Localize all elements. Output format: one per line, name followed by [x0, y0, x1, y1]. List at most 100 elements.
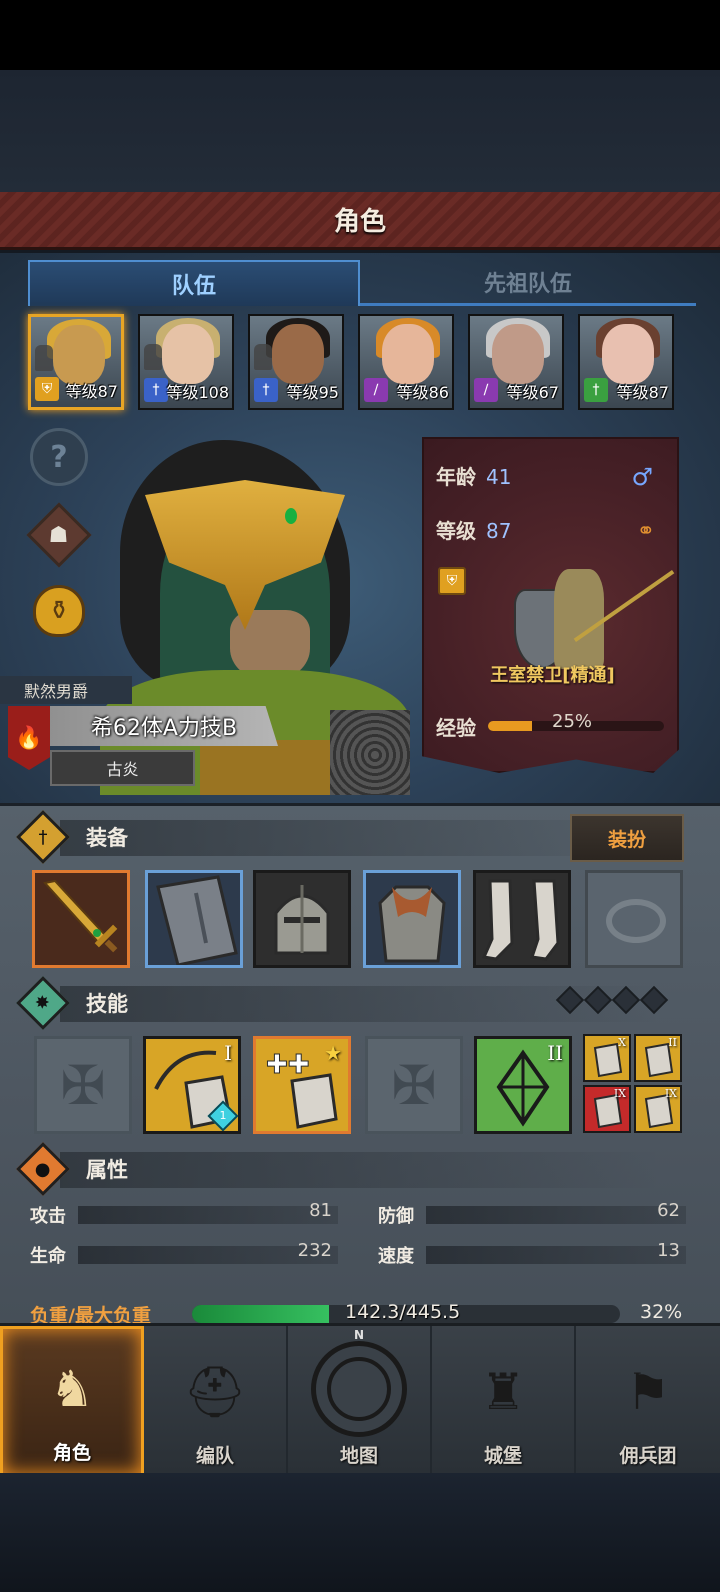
party-portraits: ⛨ 等级87 † 等级108 † 等级95 ∕ 等级86 ∕ 等级67 † 等级87	[28, 314, 688, 410]
party-member-2[interactable]: † 等级108	[138, 314, 234, 410]
load-value: 142.3/445.5	[345, 1301, 461, 1323]
skill-slot-crystal[interactable]: II	[474, 1036, 572, 1134]
equip-slot-armor[interactable]	[363, 870, 461, 968]
help-button[interactable]: ?	[30, 428, 88, 486]
party-member-6[interactable]: † 等级87	[578, 314, 674, 410]
shield-star-icon: ⛨	[35, 377, 59, 401]
info-card: 年龄 41 ♂ 等级 87 ⚭ ⛨ 王室禁卫[精通] 经验 25%	[422, 437, 679, 773]
passive-skill-4[interactable]: IX	[634, 1085, 682, 1133]
passive-skill-3[interactable]: IX	[583, 1085, 631, 1133]
party-level: 等级87	[65, 382, 118, 401]
skill-point-diamond	[639, 985, 669, 1015]
banner-icon: ⚑	[625, 1363, 671, 1421]
level-value: 87	[486, 519, 512, 543]
hero-title: 默然男爵	[0, 676, 132, 704]
team-tabs: 队伍 先祖队伍	[28, 260, 696, 306]
unit-name: 王室禁卫[精通]	[490, 665, 615, 686]
compass-north-label: N	[353, 1328, 365, 1342]
hero-stat-summary[interactable]: 希62体A力技B	[30, 706, 278, 746]
skill-star: ★	[324, 1041, 342, 1065]
unit-figure	[504, 549, 675, 679]
sword-star-icon: †	[144, 378, 168, 402]
equip-slot-ring[interactable]	[585, 870, 683, 968]
nav-map[interactable]: N 地图	[288, 1326, 432, 1476]
shield-icon	[156, 875, 238, 965]
equip-slot-helmet[interactable]	[253, 870, 351, 968]
skill-point-diamond	[611, 985, 641, 1015]
helmet-group-icon: ⛑	[183, 1362, 247, 1421]
rings-icon[interactable]: ⚭	[637, 519, 655, 544]
hero-trait[interactable]: 古炎	[50, 750, 195, 786]
age-label: 年龄	[436, 465, 476, 489]
speed-label: 速度	[378, 1246, 414, 1267]
dress-up-button[interactable]: 装扮	[570, 814, 684, 862]
attributes-title: 属性	[86, 1158, 128, 1182]
level-label: 等级	[436, 519, 476, 543]
page-title-bar: 角色	[0, 192, 720, 250]
tab-team[interactable]: 队伍	[28, 260, 360, 306]
empty-cross-icon: ✠	[60, 1053, 106, 1117]
defense-value: 62	[657, 1200, 680, 1221]
passive-rank: IX	[613, 1087, 626, 1100]
defense-label: 防御	[378, 1206, 414, 1227]
party-member-4[interactable]: ∕ 等级86	[358, 314, 454, 410]
exp-percent: 25%	[552, 711, 593, 732]
figure-icon: ☗	[49, 522, 69, 548]
skill-rank: II	[547, 1041, 563, 1065]
male-icon: ♂	[631, 463, 653, 491]
passive-rank: II	[668, 1036, 677, 1049]
fire-banner-icon: 🔥	[8, 706, 50, 770]
attack-label: 攻击	[30, 1206, 66, 1227]
ring-icon	[606, 899, 666, 943]
skill-slot-heal[interactable]: ✚✚ ★	[253, 1036, 351, 1134]
mini-figure-icon	[144, 344, 162, 370]
stat-hp: 生命	[30, 1240, 78, 1270]
party-member-3[interactable]: † 等级95	[248, 314, 344, 410]
svg-text:✚✚: ✚✚	[266, 1050, 310, 1080]
skill-slot-bow[interactable]: I 1	[143, 1036, 241, 1134]
nav-mercenary[interactable]: ⚑ 佣兵团	[576, 1326, 720, 1476]
equip-slot-boots[interactable]	[473, 870, 571, 968]
hp-label: 生命	[30, 1246, 66, 1267]
speed-value: 13	[657, 1240, 680, 1261]
hp-value: 232	[297, 1240, 332, 1261]
staff-icon: ∕	[474, 378, 498, 402]
compass-icon	[311, 1341, 407, 1437]
equip-slot-shield[interactable]	[145, 870, 243, 968]
party-member-5[interactable]: ∕ 等级67	[468, 314, 564, 410]
figure-badge-icon: ●	[16, 1142, 70, 1196]
stat-speed: 速度	[378, 1240, 426, 1270]
pot-icon: ⚱	[33, 585, 85, 637]
passive-rank: X	[618, 1036, 626, 1049]
helmet-icon	[274, 885, 330, 955]
tab-ancestor-team[interactable]: 先祖队伍	[360, 260, 696, 306]
nav-formation[interactable]: ⛑ 编队	[144, 1326, 288, 1476]
top-background	[0, 70, 720, 192]
level-row: 等级 87	[436, 515, 511, 544]
armor-icon	[378, 885, 446, 963]
equipment-header: † 装备	[16, 810, 584, 864]
passive-skill-1[interactable]: X	[583, 1034, 631, 1082]
equip-slot-sword[interactable]	[32, 870, 130, 968]
passive-skill-2[interactable]: II	[634, 1034, 682, 1082]
equipment-title: 装备	[86, 826, 128, 850]
age-row: 年龄 41	[436, 461, 511, 490]
skill-slot-empty-1[interactable]: ✠	[34, 1036, 132, 1134]
skills-header: ✸ 技能	[16, 976, 584, 1030]
inventory-pot-button[interactable]: ⚱	[30, 582, 88, 640]
bottom-nav: ♞ 角色 ⛑ 编队 N 地图 ♜ 城堡 ⚑ 佣兵团	[0, 1323, 720, 1476]
party-member-1[interactable]: ⛨ 等级87	[28, 314, 124, 410]
nav-character[interactable]: ♞ 角色	[0, 1326, 144, 1476]
skill-point-diamond	[583, 985, 613, 1015]
skill-slot-empty-2[interactable]: ✠	[365, 1036, 463, 1134]
skill-rank: I	[224, 1041, 232, 1065]
boots-icon	[481, 879, 560, 961]
stat-defense: 防御	[378, 1200, 426, 1230]
skill-points	[555, 985, 669, 1015]
nav-castle[interactable]: ♜ 城堡	[432, 1326, 576, 1476]
passive-rank: IX	[664, 1087, 677, 1100]
dagger-icon: †	[16, 810, 70, 864]
star-burst-icon: ✸	[16, 976, 70, 1030]
page-title: 角色	[333, 207, 386, 237]
load-percent: 32%	[640, 1301, 683, 1323]
